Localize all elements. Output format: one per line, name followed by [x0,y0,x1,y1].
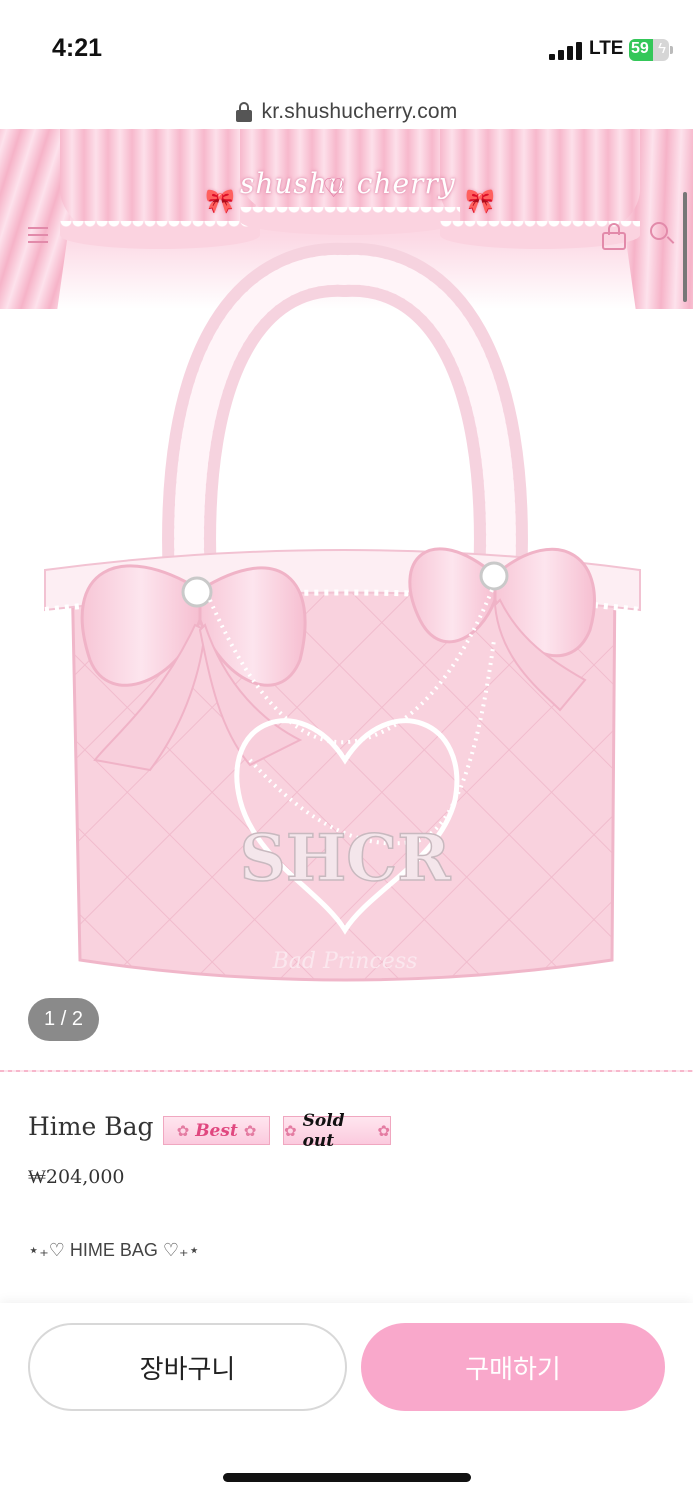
battery-icon: 59 ϟ [629,39,669,61]
charging-bolt-icon: ϟ [658,40,666,57]
product-price: ₩204,000 [28,1166,125,1188]
rose-icon: ✿ [377,1122,390,1140]
bow-ornament-icon: 🎀 [465,188,495,215]
bow-ornament-icon: 🎀 [205,188,235,215]
home-indicator[interactable] [223,1473,471,1482]
product-name: Hime Bag [28,1112,154,1141]
rose-icon: ✿ [176,1122,190,1140]
network-label: LTE [589,38,624,59]
add-to-cart-button[interactable]: 장바구니 [28,1323,347,1411]
url-text[interactable]: kr.shushucherry.com [262,100,458,124]
bottom-action-bar: 장바구니 구매하기 [0,1303,693,1500]
signal-icon [549,42,583,60]
sold-out-badge-label: Sold out [302,1110,345,1151]
buy-now-button[interactable]: 구매하기 [361,1323,665,1411]
svg-text:Bad Princess: Bad Princess [272,949,418,974]
product-description: ⋆₊♡ HIME BAG ♡₊⋆ [28,1240,200,1260]
rose-icon: ✿ [243,1122,257,1140]
heart-logo-icon: ♡ [322,173,346,203]
battery-level: 59 [631,40,649,57]
status-time: 4:21 [52,34,103,62]
lock-icon [235,102,252,122]
image-counter: 1 / 2 [28,998,99,1041]
sold-out-badge: ✿ Sold out ✿ [283,1111,391,1151]
rose-icon: ✿ [284,1122,297,1140]
divider [0,1070,693,1072]
status-bar: 4:21 LTE 59 ϟ [0,0,693,100]
site-logo[interactable]: shushu cherry [240,167,456,200]
svg-text:SHCR: SHCR [240,821,452,896]
best-badge: ✿ Best ✿ [163,1116,270,1145]
best-badge-label: Best [195,1120,238,1141]
url-bar[interactable]: kr.shushucherry.com [0,96,693,128]
product-image[interactable]: SHCR Bad Princess [0,240,693,1065]
